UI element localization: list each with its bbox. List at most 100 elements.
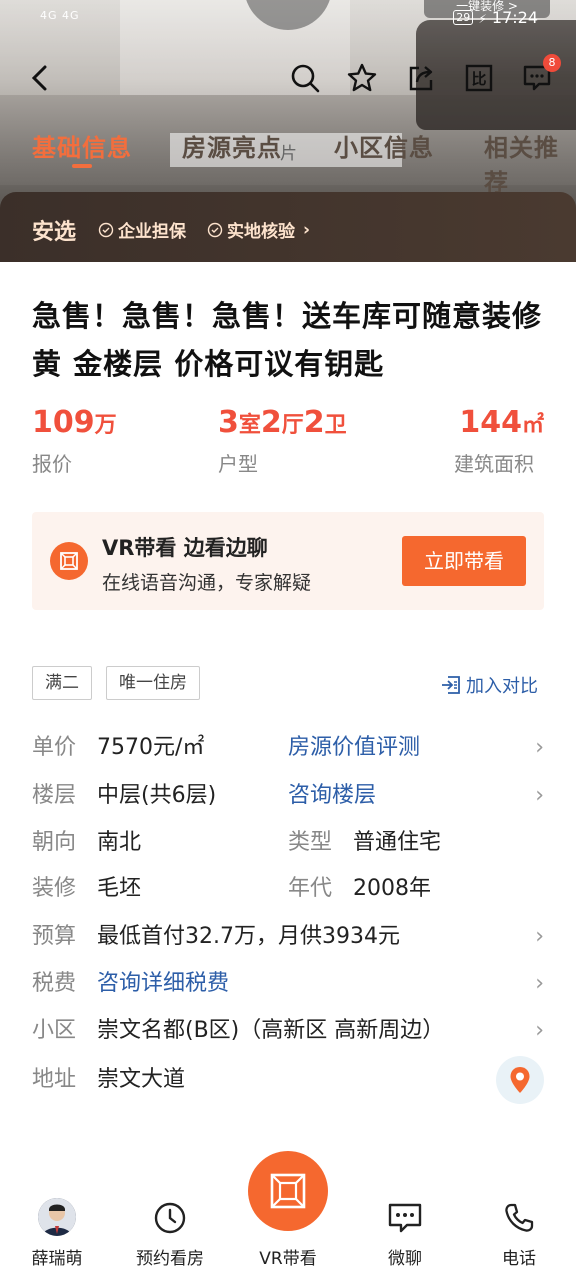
status-bar: 4G 4G 29 ⚡ 17:24 — [0, 0, 576, 36]
signal-indicator: 4G 4G — [40, 9, 80, 22]
vr-card-subtitle: 在线语音沟通，专家解疑 — [102, 572, 312, 594]
rooms-unit: 室 — [238, 413, 261, 438]
status-right: 29 ⚡ 17:24 — [453, 8, 538, 27]
price-value: 109 — [32, 405, 95, 440]
clock: 17:24 — [491, 8, 538, 27]
community-label: 小区 — [32, 1018, 77, 1043]
chevron-right-icon[interactable]: › — [535, 780, 544, 812]
wechat-chat-button[interactable]: 微聊 — [360, 1244, 450, 1269]
floor-label: 楼层 — [32, 783, 77, 808]
guarantee-item: 企业担保 — [98, 217, 186, 242]
vr-tour-label[interactable]: VR带看 — [243, 1244, 333, 1269]
nav-bar: 比 8 — [0, 50, 576, 106]
community-value: 崇文名都(B区)（高新区 高新周边） — [97, 1018, 445, 1043]
back-icon[interactable] — [22, 60, 58, 96]
search-icon[interactable] — [287, 60, 323, 96]
tab-highlights[interactable]: 房源亮点 — [182, 128, 282, 163]
type-label: 类型 — [288, 830, 333, 855]
agent-name[interactable]: 薛瑞萌 — [12, 1244, 102, 1269]
detail-community[interactable]: 小区 崇文名都(B区)（高新区 高新周边） › — [32, 1015, 544, 1047]
orientation-value: 南北 — [97, 830, 142, 855]
floor-value: 中层(共6层) — [97, 783, 217, 808]
check-circle-icon — [207, 222, 223, 237]
battery-icon: 29 — [453, 10, 474, 25]
rooms-count: 3 — [218, 405, 239, 440]
tab-recommendations[interactable]: 相关推荐 — [484, 128, 576, 198]
vr-tour-button[interactable] — [248, 1151, 328, 1231]
tab-community-info[interactable]: 小区信息 — [334, 128, 434, 163]
vr-card[interactable]: VR带看 边看边聊 在线语音沟通，专家解疑 立即带看 — [32, 512, 544, 610]
detail-unit-price: 单价 7570元/㎡ 房源价值评测 › — [32, 732, 544, 764]
vr-card-title: VR带看 边看边聊 — [102, 536, 268, 560]
share-icon[interactable] — [403, 60, 439, 96]
schedule-viewing-button[interactable]: 预约看房 — [125, 1244, 215, 1269]
add-compare-button[interactable]: 加入对比 — [440, 672, 538, 698]
map-pin-button[interactable] — [496, 1056, 544, 1104]
detail-budget[interactable]: 预算 最低首付32.7万，月供3934元 › — [32, 921, 544, 953]
add-compare-label: 加入对比 — [466, 676, 538, 697]
phone-icon[interactable] — [499, 1198, 539, 1238]
address-label: 地址 — [32, 1067, 77, 1092]
detail-decoration: 装修 毛坯 年代 2008年 — [32, 873, 544, 905]
charging-icon: ⚡ — [478, 12, 487, 26]
svg-text:比: 比 — [471, 70, 486, 88]
unit-price-label: 单价 — [32, 735, 77, 760]
year-value: 2008年 — [353, 876, 431, 901]
price-unit: 万 — [94, 413, 117, 438]
orientation-label: 朝向 — [32, 830, 77, 855]
area-unit: ㎡ — [521, 413, 544, 438]
chevron-right-icon[interactable]: › — [535, 1015, 544, 1047]
budget-label: 预算 — [32, 924, 77, 949]
detail-address: 地址 崇文大道 — [32, 1064, 544, 1096]
tag-only-home: 唯一住房 — [106, 666, 200, 700]
vr-cube-icon — [270, 1173, 306, 1209]
detail-orientation: 朝向 南北 类型 普通住宅 — [32, 827, 544, 859]
budget-value: 最低首付32.7万，月供3934元 — [97, 924, 400, 949]
year-label: 年代 — [288, 876, 333, 901]
tax-link[interactable]: 咨询详细税费 — [97, 968, 229, 1000]
tab-active-indicator — [72, 164, 92, 168]
chevron-right-icon[interactable]: › — [535, 968, 544, 1000]
key-price: 109万 报价 — [32, 405, 117, 477]
listing-title: 急售！急售！急售！送车库可随意装修黄 金楼层 价格可议有钥匙 — [32, 299, 543, 381]
vr-icon — [50, 542, 88, 580]
value-evaluation-link[interactable]: 房源价值评测 — [288, 732, 420, 764]
unit-price-value: 7570元/㎡ — [97, 735, 205, 760]
address-value: 崇文大道 — [97, 1067, 186, 1092]
agent-avatar[interactable] — [38, 1198, 76, 1236]
halls-unit: 厅 — [281, 413, 304, 438]
key-area: 144㎡ 建筑面积 — [454, 405, 544, 477]
section-tabs: 基础信息 房源亮点 小区信息 相关推荐 — [0, 128, 576, 197]
vr-start-button[interactable]: 立即带看 — [402, 536, 526, 586]
layout-label: 户型 — [218, 452, 258, 476]
tax-label: 税费 — [32, 971, 77, 996]
chevron-right-icon[interactable]: › — [535, 921, 544, 953]
tab-basic-info[interactable]: 基础信息 — [32, 128, 132, 163]
chat-icon[interactable] — [385, 1198, 425, 1238]
clock-icon[interactable] — [150, 1198, 190, 1238]
verify-item: 实地核验 › — [207, 217, 310, 242]
area-value: 144 — [459, 405, 522, 440]
verify-label: 实地核验 — [227, 222, 295, 242]
star-icon[interactable] — [344, 60, 380, 96]
detail-floor: 楼层 中层(共6层) 咨询楼层 › — [32, 780, 544, 812]
halls-count: 2 — [260, 405, 282, 440]
check-circle-icon — [98, 222, 114, 237]
detail-tax[interactable]: 税费 咨询详细税费 › — [32, 968, 544, 1000]
message-icon[interactable]: 8 — [519, 54, 561, 96]
ask-floor-link[interactable]: 咨询楼层 — [288, 780, 376, 812]
phone-call-button[interactable]: 电话 — [474, 1244, 564, 1269]
area-label: 建筑面积 — [454, 452, 534, 476]
tag-man-er: 满二 — [32, 666, 92, 700]
key-layout: 3室2厅2卫 户型 — [218, 405, 347, 477]
add-compare-icon — [442, 676, 460, 694]
baths-count: 2 — [303, 405, 325, 440]
map-pin-icon — [510, 1067, 530, 1093]
anxuan-banner[interactable]: 安选 企业担保 实地核验 › — [0, 192, 576, 262]
decoration-value: 毛坯 — [97, 876, 142, 901]
anxuan-title: 安选 — [32, 220, 77, 245]
chevron-right-icon[interactable]: › — [535, 732, 544, 764]
message-badge: 8 — [543, 54, 561, 72]
compare-icon[interactable]: 比 — [461, 60, 497, 96]
type-value: 普通住宅 — [353, 830, 442, 855]
